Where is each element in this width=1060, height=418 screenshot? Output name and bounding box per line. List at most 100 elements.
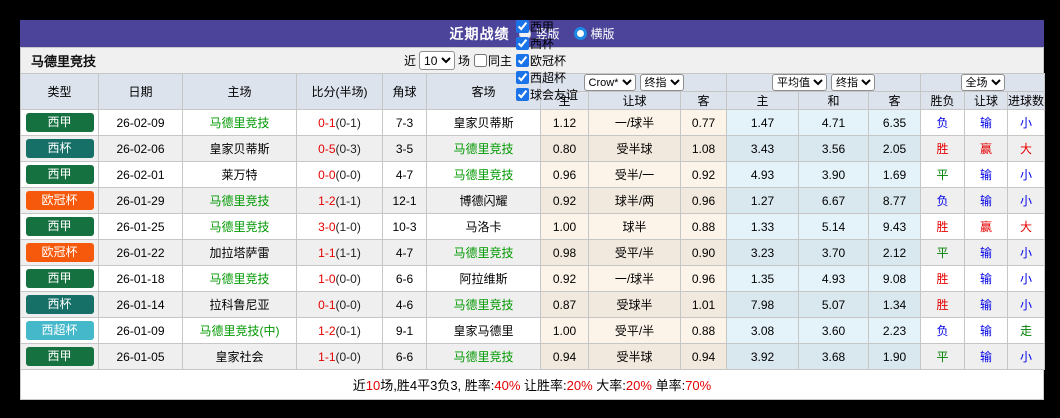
competition-checkbox[interactable]: 西杯 xyxy=(516,35,578,52)
summary-footer: 近10场,胜4平3负3, 胜率:40% 让胜率:20% 大率:20% 单率:70… xyxy=(20,370,1044,400)
scope-select[interactable]: 全场 xyxy=(960,74,1005,91)
handicap-result: 赢 xyxy=(964,135,1008,162)
away-team-link[interactable]: 马德里竞技 xyxy=(426,343,541,370)
away-team-link[interactable]: 马德里竞技 xyxy=(426,135,541,162)
match-date: 26-02-06 xyxy=(98,135,183,162)
away-team-link[interactable]: 马德里竞技 xyxy=(426,161,541,188)
competition-badge: 西杯 xyxy=(25,139,94,158)
avg-stage-select[interactable]: 终指 xyxy=(831,74,875,91)
halftime-score: (0-0) xyxy=(335,297,361,312)
match-type-badge: 欧冠杯 xyxy=(20,239,99,266)
summary-stat-label: 场,胜4平3负3, 胜率: xyxy=(380,378,495,393)
avg-home-odds: 7.98 xyxy=(726,291,799,318)
handicap-home-odds: 0.87 xyxy=(540,291,589,318)
home-team-link[interactable]: 马德里竞技(中) xyxy=(182,317,297,344)
odds-source-select[interactable]: Crow* xyxy=(583,74,636,91)
halftime-score: (1-1) xyxy=(335,193,361,208)
competition-checkbox-input[interactable] xyxy=(516,20,530,33)
handicap-result: 输 xyxy=(964,343,1008,370)
avg-draw-odds: 4.93 xyxy=(798,265,869,292)
away-team-link[interactable]: 马德里竞技 xyxy=(426,291,541,318)
home-team-link[interactable]: 加拉塔萨雷 xyxy=(182,239,297,266)
avg-home-odds: 1.33 xyxy=(726,213,799,240)
summary-stat-label: 单率: xyxy=(651,378,686,393)
competition-checkbox-input[interactable] xyxy=(516,54,530,67)
competition-label: 西杯 xyxy=(530,37,555,51)
avg-away-odds: 2.12 xyxy=(868,239,921,266)
avg-draw-odds: 4.71 xyxy=(798,109,869,136)
handicap-away-odds: 1.08 xyxy=(680,135,727,162)
away-team-link[interactable]: 马洛卡 xyxy=(426,213,541,240)
avg-away-odds: 9.08 xyxy=(868,265,921,292)
competition-checkbox-input[interactable] xyxy=(516,88,530,101)
match-type-badge: 西甲 xyxy=(20,343,99,370)
same-home-checkbox-input[interactable] xyxy=(474,54,488,67)
handicap-result: 赢 xyxy=(964,213,1008,240)
home-team-link[interactable]: 马德里竞技 xyxy=(182,265,297,292)
home-team-link[interactable]: 马德里竞技 xyxy=(182,187,297,214)
handicap-away-odds: 1.01 xyxy=(680,291,727,318)
handicap-home-odds: 0.94 xyxy=(540,343,589,370)
table-body: 西甲 26-02-09 马德里竞技 0-1(0-1) 7-3 皇家贝蒂斯 1.12 一/球半 0… xyxy=(20,109,1046,370)
col-header-date: 日期 xyxy=(98,73,183,110)
home-team-link[interactable]: 皇家贝蒂斯 xyxy=(182,135,297,162)
summary-stat-value: 10 xyxy=(365,378,381,393)
away-team-link[interactable]: 皇家贝蒂斯 xyxy=(426,109,541,136)
goals-result: 小 xyxy=(1006,265,1046,292)
home-team-link[interactable]: 拉科鲁尼亚 xyxy=(182,291,297,318)
table-row: 西超杯 26-01-09 马德里竞技(中) 1-2(0-1) 9-1 皇家马德里 1.00 受… xyxy=(20,317,1046,344)
fulltime-score: 0-1 xyxy=(318,297,336,312)
handicap-home-odds: 0.98 xyxy=(540,239,589,266)
avg-away-odds: 2.05 xyxy=(868,135,921,162)
away-team-link[interactable]: 博德闪耀 xyxy=(426,187,541,214)
competition-checkbox[interactable]: 西甲 xyxy=(516,18,578,35)
avg-away-odds: 1.34 xyxy=(868,291,921,318)
corner-score: 6-6 xyxy=(382,265,427,292)
home-team-link[interactable]: 马德里竞技 xyxy=(182,213,297,240)
competition-badge: 西甲 xyxy=(25,347,94,366)
goals-result: 小 xyxy=(1006,343,1046,370)
team-name: 马德里竞技 xyxy=(31,54,97,69)
competition-checkbox-input[interactable] xyxy=(516,37,530,50)
handicap-home-odds: 0.92 xyxy=(540,187,589,214)
competition-checkbox[interactable]: 西超杯 xyxy=(516,69,578,86)
home-team-link[interactable]: 皇家社会 xyxy=(182,343,297,370)
fulltime-score: 1-1 xyxy=(318,349,336,364)
match-result: 胜 xyxy=(920,291,965,318)
score-cell: 1-1(1-1) xyxy=(296,239,383,266)
odds-stage-select[interactable]: 终指 xyxy=(639,74,684,91)
avg-source-select[interactable]: 平均值 xyxy=(772,74,827,91)
match-result: 负 xyxy=(920,109,965,136)
halftime-score: (0-3) xyxy=(335,141,361,156)
page-title: 近期战绩 xyxy=(449,25,510,42)
summary-stat-label: 近 xyxy=(352,378,366,393)
same-home-label: 同主 xyxy=(488,54,513,68)
competition-checkbox[interactable]: 欧冠杯 xyxy=(516,52,578,69)
score-cell: 0-1(0-0) xyxy=(296,291,383,318)
fulltime-score: 0-5 xyxy=(318,141,336,156)
home-team-link[interactable]: 莱万特 xyxy=(182,161,297,188)
corner-score: 4-7 xyxy=(382,239,427,266)
fulltime-score: 0-0 xyxy=(318,167,336,182)
same-home-checkbox[interactable]: 同主 xyxy=(474,52,512,69)
col-header-corner: 角球 xyxy=(382,73,427,110)
table-row: 欧冠杯 26-01-29 马德里竞技 1-2(1-1) 12-1 博德闪耀 0.92 球半/两… xyxy=(20,187,1046,214)
fulltime-score: 1-2 xyxy=(318,323,336,338)
radio-horizontal-layout[interactable]: 横版 xyxy=(573,25,615,42)
away-team-link[interactable]: 马德里竞技 xyxy=(426,239,541,266)
match-result: 平 xyxy=(920,239,965,266)
competition-checkbox-input[interactable] xyxy=(516,71,530,84)
competition-badge: 西甲 xyxy=(25,269,94,288)
score-cell: 0-5(0-3) xyxy=(296,135,383,162)
halftime-score: (0-0) xyxy=(335,271,361,286)
match-count-select[interactable]: 10 xyxy=(419,51,456,70)
away-team-link[interactable]: 阿拉维斯 xyxy=(426,265,541,292)
competition-checkbox[interactable]: 球会友谊 xyxy=(516,86,578,103)
match-result: 平 xyxy=(920,343,965,370)
home-team-link[interactable]: 马德里竞技 xyxy=(182,109,297,136)
away-team-link[interactable]: 皇家马德里 xyxy=(426,317,541,344)
handicap-line: 受半球 xyxy=(588,135,681,162)
goals-result: 小 xyxy=(1006,109,1046,136)
competition-badge: 欧冠杯 xyxy=(25,191,94,210)
competition-badge: 西甲 xyxy=(25,217,94,236)
